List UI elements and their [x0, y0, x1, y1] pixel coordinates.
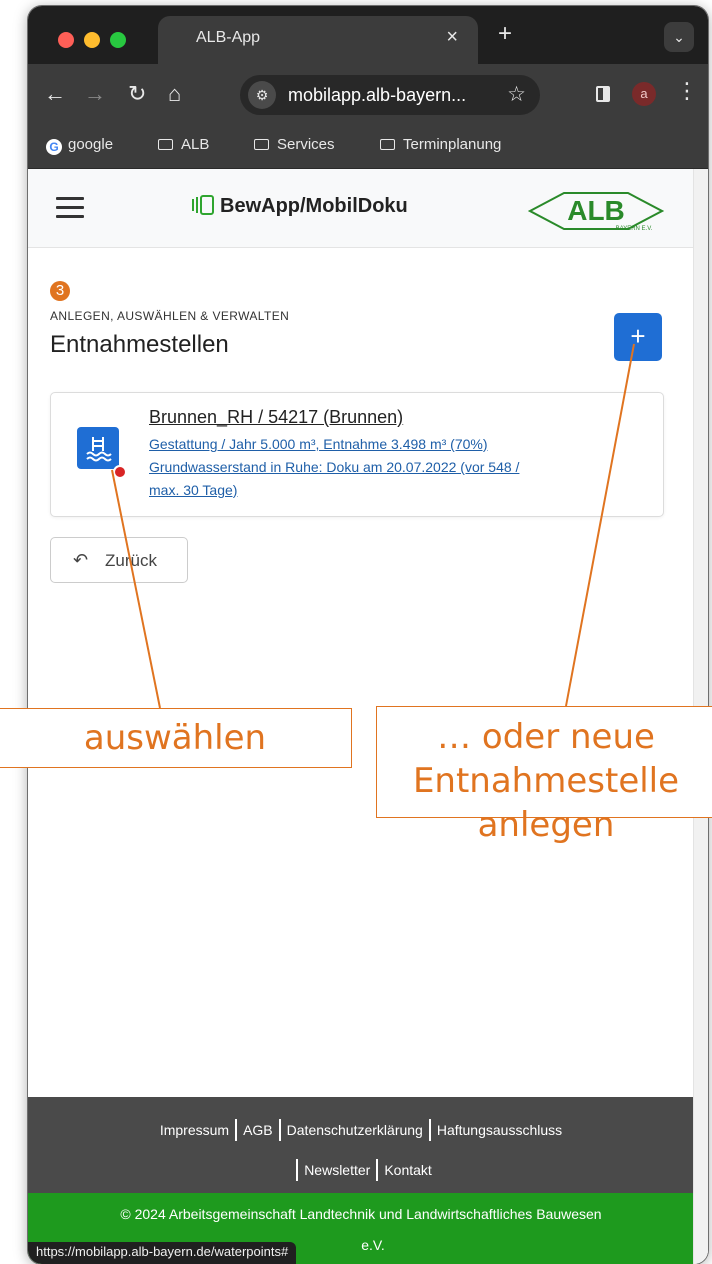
bookmark-services[interactable]: Services — [254, 136, 335, 153]
annotation-select-text: auswählen — [83, 718, 267, 758]
annotation-create-line1: … oder neue — [437, 717, 655, 757]
google-icon: G — [46, 139, 62, 155]
footer-link-datenschutz[interactable]: Datenschutzerklärung — [287, 1122, 423, 1138]
waterpoint-title-link[interactable]: Brunnen_RH / 54217 (Brunnen) — [149, 407, 403, 428]
minimize-window-button[interactable] — [84, 32, 100, 48]
tab-title: ALB-App — [196, 29, 261, 46]
bookmark-star-icon[interactable]: ☆ — [507, 82, 526, 107]
footer-link-agb[interactable]: AGB — [243, 1122, 273, 1138]
brand-title: BewApp/MobilDoku — [220, 195, 408, 217]
back-arrow-icon[interactable]: ← — [44, 80, 66, 108]
tab-close-icon[interactable]: × — [446, 26, 458, 49]
bookmarks-bar: Ggoogle ALB Services Terminplanung — [28, 126, 708, 169]
alb-logo[interactable]: ALB BAYERN E.V. — [528, 189, 664, 233]
folder-icon — [380, 139, 395, 150]
footer-link-impressum[interactable]: Impressum — [160, 1122, 229, 1138]
link-status-bubble: https://mobilapp.alb-bayern.de/waterpoin… — [28, 1242, 297, 1264]
bookmark-label: Terminplanung — [403, 136, 502, 153]
close-window-button[interactable] — [58, 32, 74, 48]
bookmark-label: Services — [277, 136, 335, 153]
home-icon[interactable]: ⌂ — [168, 80, 181, 108]
swimming-pool-icon[interactable] — [77, 427, 119, 469]
side-panel-icon[interactable] — [596, 86, 610, 102]
site-info-icon[interactable]: ⚙ — [248, 81, 276, 109]
back-button-label: Zurück — [105, 551, 157, 570]
undo-arrow-icon: ↶ — [73, 550, 89, 570]
app-brand[interactable]: BewApp/MobilDoku — [192, 195, 408, 218]
tab-alb-app[interactable]: ALB-App × — [158, 16, 478, 64]
address-url[interactable]: mobilapp.alb-bayern... — [288, 85, 466, 106]
footer-separator — [376, 1159, 379, 1181]
footer-link-kontakt[interactable]: Kontakt — [384, 1162, 431, 1178]
new-tab-button[interactable]: + — [498, 20, 512, 48]
logo-text: ALB — [567, 195, 625, 226]
bookmark-terminplanung[interactable]: Terminplanung — [380, 136, 501, 153]
footer-links: Impressum AGB Datenschutzerklärung Haftungs… — [28, 1097, 694, 1193]
footer-separator — [428, 1119, 431, 1141]
page-title: Entnahmestellen — [50, 331, 229, 358]
tab-search-button[interactable]: ⌄ — [664, 22, 694, 52]
waterpoint-permit-link[interactable]: Gestattung / Jahr 5.000 m³, Entnahme 3.4… — [149, 436, 488, 452]
hamburger-menu-icon[interactable] — [56, 197, 84, 219]
status-alert-dot — [113, 465, 127, 479]
bookmark-google[interactable]: Ggoogle — [46, 136, 113, 155]
profile-avatar[interactable]: a — [632, 82, 656, 106]
back-button[interactable]: ↶ Zurück — [50, 537, 188, 583]
footer-link-newsletter[interactable]: Newsletter — [304, 1162, 370, 1178]
waterpoint-groundwater-link[interactable]: Grundwasserstand in Ruhe: Doku am 20.07.… — [149, 459, 519, 475]
annotation-create-line3: anlegen — [477, 805, 615, 845]
section-kicker: ANLEGEN, AUSWÄHLEN & VERWALTEN — [50, 309, 290, 323]
folder-icon — [158, 139, 173, 150]
forward-arrow-icon[interactable]: → — [84, 80, 106, 108]
annotation-select: auswählen — [0, 708, 352, 768]
address-bar[interactable]: ⚙ mobilapp.alb-bayern... ☆ — [240, 75, 540, 115]
phone-icon — [192, 195, 214, 215]
add-waterpoint-button[interactable]: + — [614, 313, 662, 361]
browser-menu-icon[interactable]: ⋮ — [676, 78, 698, 104]
footer-separator — [296, 1159, 299, 1181]
footer-separator — [278, 1119, 281, 1141]
waterpoint-card[interactable]: Brunnen_RH / 54217 (Brunnen) Gestattung … — [50, 392, 664, 517]
step-badge: 3 — [50, 281, 70, 301]
reload-icon[interactable]: ↻ — [128, 80, 146, 108]
logo-subtext: BAYERN E.V. — [616, 226, 653, 232]
tab-strip: ALB-App × + ⌄ — [28, 6, 708, 64]
bookmark-label: ALB — [181, 136, 210, 153]
browser-toolbar: ← → ↻ ⌂ ⚙ mobilapp.alb-bayern... ☆ a ⋮ — [28, 64, 708, 126]
copyright-line-1: © 2024 Arbeitsgemeinschaft Landtechnik u… — [120, 1206, 602, 1222]
bookmark-alb[interactable]: ALB — [158, 136, 209, 153]
annotation-create: … oder neue Entnahmestelle anlegen — [376, 706, 712, 845]
annotation-create-line2: Entnahmestelle — [412, 761, 680, 801]
footer-link-haftung[interactable]: Haftungsausschluss — [437, 1122, 562, 1138]
footer-separator — [235, 1119, 238, 1141]
maximize-window-button[interactable] — [110, 32, 126, 48]
browser-window: ALB-App × + ⌄ ← → ↻ ⌂ ⚙ mobilapp.alb-bay… — [28, 6, 708, 1264]
bookmark-label: google — [68, 136, 114, 153]
app-navbar: BewApp/MobilDoku ALB BAYERN E.V. — [28, 169, 694, 248]
folder-icon — [254, 139, 269, 150]
waterpoint-interval-link[interactable]: max. 30 Tage) — [149, 482, 237, 498]
